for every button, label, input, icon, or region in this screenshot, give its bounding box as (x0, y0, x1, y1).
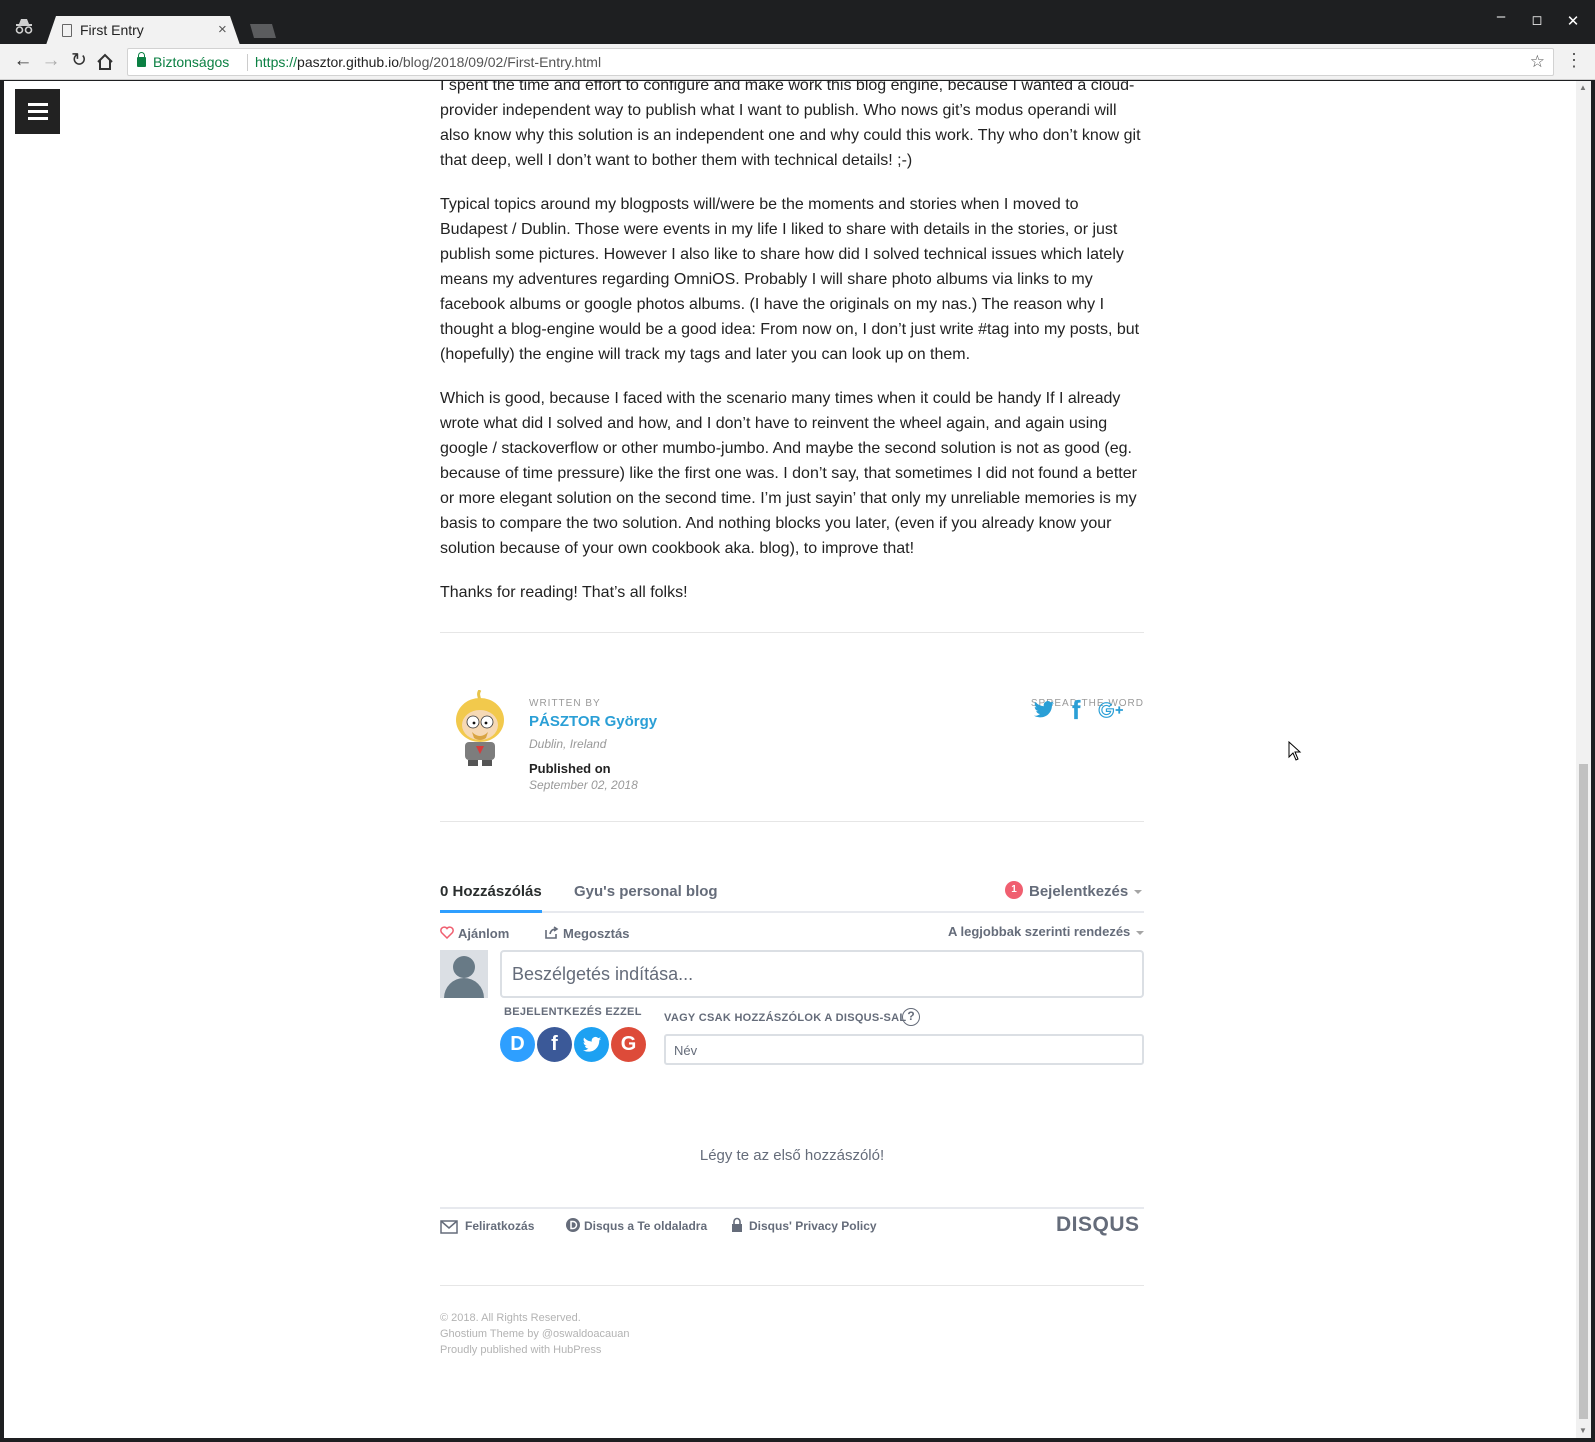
divider (440, 821, 1144, 822)
disqus-footer-divider (440, 1207, 1144, 1209)
add-disqus-link[interactable]: Disqus a Te oldaladra (584, 1219, 707, 1233)
divider (440, 632, 1144, 633)
share-icon (545, 926, 559, 939)
browser-titlebar: First Entry × – ◻ ✕ (0, 0, 1595, 45)
mouse-cursor-icon (1288, 741, 1302, 761)
twitter-icon[interactable] (1033, 699, 1055, 721)
scroll-up-icon[interactable]: ▲ (1579, 83, 1587, 92)
author-name-link[interactable]: PÁSZTOR György (529, 713, 657, 730)
url-path: /blog/2018/09/02/First-Entry.html (399, 54, 602, 70)
recommend-button[interactable]: Ajánlom (440, 926, 509, 941)
twitter-bird-icon (582, 1036, 601, 1052)
incognito-icon (15, 19, 33, 34)
post-paragraph: Thanks for reading! That’s all folks! (440, 584, 688, 601)
guest-label: VAGY CSAK HOZZÁSZÓLOK A DISQUS-SAL (664, 1012, 907, 1024)
avatar-body (444, 978, 484, 998)
close-window-icon[interactable]: ✕ (1563, 12, 1583, 30)
page-viewport: I spent the time and effort to configure… (4, 81, 1576, 1438)
notification-badge: 1 (1005, 881, 1023, 899)
browser-tab[interactable]: First Entry × (46, 16, 240, 45)
scroll-down-icon[interactable]: ▼ (1579, 1426, 1587, 1435)
divider (440, 1285, 1144, 1286)
reload-icon[interactable]: ↻ (68, 51, 90, 71)
home-icon[interactable] (96, 53, 114, 71)
facebook-icon[interactable] (1065, 699, 1087, 721)
url-scheme: https:// (255, 54, 298, 70)
comment-box[interactable] (500, 950, 1144, 998)
privacy-policy-link[interactable]: Disqus' Privacy Policy (749, 1219, 877, 1233)
login-dropdown[interactable]: Bejelentkezés (1029, 883, 1143, 900)
page-scrollbar[interactable]: ▲ ▼ (1576, 81, 1591, 1438)
lock-icon (137, 52, 146, 67)
author-location: Dublin, Ireland (529, 737, 607, 751)
sort-label: A legjobbak szerinti rendezés (948, 924, 1131, 939)
theme-credit-link[interactable]: Ghostium Theme by @oswaldoacauan (440, 1326, 630, 1342)
browser-toolbar: ← → ↻ Biztonságos https://pasztor.github… (0, 44, 1595, 80)
written-by-label: WRITTEN BY (529, 698, 601, 709)
browser-menu-icon[interactable]: ⋮ (1565, 50, 1583, 71)
tab-community[interactable]: Gyu's personal blog (574, 883, 718, 900)
disqus-logo[interactable]: DISQUS (1056, 1213, 1140, 1237)
login-with-label: BEJELENTKEZÉS EZZEL (504, 1006, 642, 1018)
google-login-icon[interactable]: G (611, 1027, 646, 1062)
chevron-down-icon (1136, 930, 1145, 935)
post-paragraph: Which is good, because I faced with the … (440, 390, 1137, 557)
close-tab-icon[interactable]: × (218, 21, 227, 38)
sort-dropdown[interactable]: A legjobbak szerinti rendezés (948, 924, 1145, 939)
user-avatar (440, 950, 488, 998)
share-label: Megosztás (563, 926, 630, 941)
tab-comments[interactable]: 0 Hozzászólás (440, 883, 542, 900)
first-comment-text: Légy te az első hozzászóló! (699, 1147, 885, 1164)
published-date: September 02, 2018 (529, 778, 638, 792)
menu-toggle-button[interactable] (15, 89, 60, 134)
secure-label: Biztonságos (153, 54, 230, 70)
copyright-text: © 2018. All Rights Reserved. (440, 1312, 581, 1324)
comment-input[interactable] (512, 962, 1112, 986)
share-button[interactable]: Megosztás (545, 926, 629, 941)
tabs-underline (440, 911, 1144, 913)
name-input[interactable] (674, 1041, 1074, 1059)
google-plus-icon[interactable] (1098, 699, 1124, 721)
hamburger-line (28, 117, 48, 120)
author-avatar[interactable] (452, 690, 508, 768)
url-separator (247, 54, 248, 71)
page-icon (62, 24, 72, 37)
bookmark-star-icon[interactable]: ☆ (1530, 52, 1545, 72)
login-label: Bejelentkezés (1029, 883, 1129, 900)
minimize-icon[interactable]: – (1491, 8, 1511, 25)
hamburger-line (28, 110, 48, 113)
disqus-d-icon (566, 1218, 580, 1232)
back-icon[interactable]: ← (12, 51, 34, 71)
lock-icon (732, 1217, 742, 1232)
twitter-login-icon[interactable] (574, 1027, 609, 1062)
post-paragraph: Typical topics around my blogposts will/… (440, 196, 1140, 363)
avatar-head (453, 956, 475, 978)
window-frame (0, 1438, 1595, 1442)
url-text[interactable]: https://pasztor.github.io/blog/2018/09/0… (255, 54, 601, 70)
name-field[interactable] (664, 1034, 1144, 1065)
post-content: I spent the time and effort to configure… (440, 81, 1144, 624)
subscribe-link[interactable]: Feliratkozás (465, 1219, 534, 1233)
maximize-icon[interactable]: ◻ (1527, 12, 1547, 28)
hamburger-line (28, 103, 48, 106)
site-footer: © 2018. All Rights Reserved. Ghostium Th… (440, 1310, 630, 1358)
window-frame (1591, 81, 1595, 1442)
disqus-login-icon[interactable]: D (500, 1027, 535, 1062)
hubpress-credit-link[interactable]: Proudly published with HubPress (440, 1342, 630, 1358)
tab-title: First Entry (80, 22, 144, 38)
recommend-label: Ajánlom (458, 926, 510, 941)
address-bar[interactable]: Biztonságos https://pasztor.github.io/bl… (127, 48, 1554, 76)
envelope-icon (440, 1220, 458, 1234)
facebook-login-icon[interactable]: f (537, 1027, 572, 1062)
new-tab-button[interactable] (250, 24, 276, 38)
url-host: pasztor.github.io (297, 54, 399, 70)
active-tab-indicator (440, 910, 542, 913)
forward-icon[interactable]: → (40, 51, 62, 71)
post-paragraph: I spent the time and effort to configure… (440, 81, 1141, 169)
help-icon[interactable]: ? (902, 1008, 920, 1026)
chevron-down-icon (1134, 890, 1143, 895)
scrollbar-thumb[interactable] (1579, 764, 1588, 1419)
published-label: Published on (529, 761, 611, 776)
heart-icon (440, 926, 454, 940)
